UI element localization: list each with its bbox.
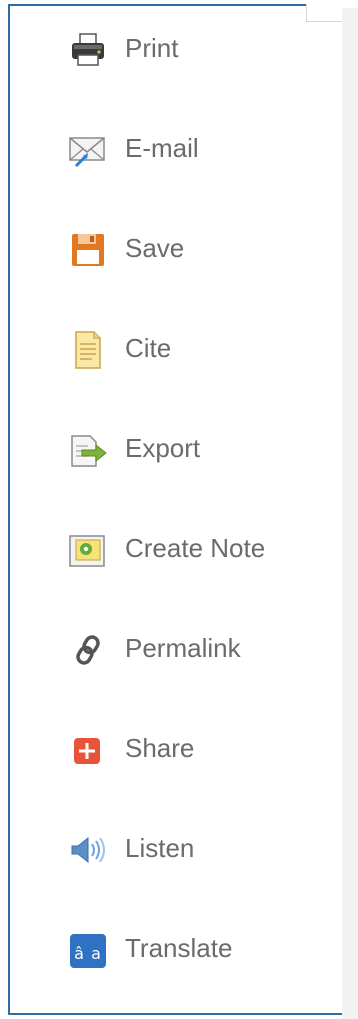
tool-save[interactable]: Save: [10, 216, 330, 276]
svg-text:a: a: [91, 944, 101, 963]
speaker-icon: [66, 828, 110, 872]
scroll-gutter: [342, 8, 358, 1019]
tool-listen-label: Listen: [125, 833, 195, 863]
floppy-disk-icon: [66, 228, 110, 272]
tool-cite[interactable]: Cite: [10, 316, 330, 376]
tool-email-label: E-mail: [125, 133, 199, 163]
tool-translate[interactable]: â a Translate: [10, 916, 330, 976]
tool-translate-label: Translate: [125, 933, 233, 963]
tool-export-label: Export: [125, 433, 201, 463]
tools-panel: Print E-mail Save Cite Export Create Not…: [8, 4, 342, 1015]
tool-cite-label: Cite: [125, 333, 172, 363]
plus-share-icon: [66, 728, 110, 772]
tool-email[interactable]: E-mail: [10, 116, 330, 176]
export-arrow-icon: [66, 428, 110, 472]
note-icon: [66, 528, 110, 572]
tool-share-label: Share: [125, 733, 195, 763]
tool-save-label: Save: [125, 233, 185, 263]
tool-listen[interactable]: Listen: [10, 816, 330, 876]
chain-link-icon: [66, 628, 110, 672]
tool-permalink[interactable]: Permalink: [10, 616, 330, 676]
translate-icon: â a: [66, 928, 110, 972]
citation-document-icon: [66, 328, 110, 372]
tool-print-label: Print: [125, 33, 179, 63]
tool-create-note[interactable]: Create Note: [10, 516, 330, 576]
tool-share[interactable]: Share: [10, 716, 330, 776]
tool-permalink-label: Permalink: [125, 633, 241, 663]
printer-icon: [66, 28, 110, 72]
email-envelope-icon: [66, 128, 110, 172]
panel-tab-notch: [306, 4, 342, 22]
tools-frame: Print E-mail Save Cite Export Create Not…: [0, 0, 358, 1019]
tool-export[interactable]: Export: [10, 416, 330, 476]
tool-print[interactable]: Print: [10, 16, 330, 76]
tool-create-note-label: Create Note: [125, 533, 266, 563]
svg-text:â: â: [74, 944, 84, 963]
